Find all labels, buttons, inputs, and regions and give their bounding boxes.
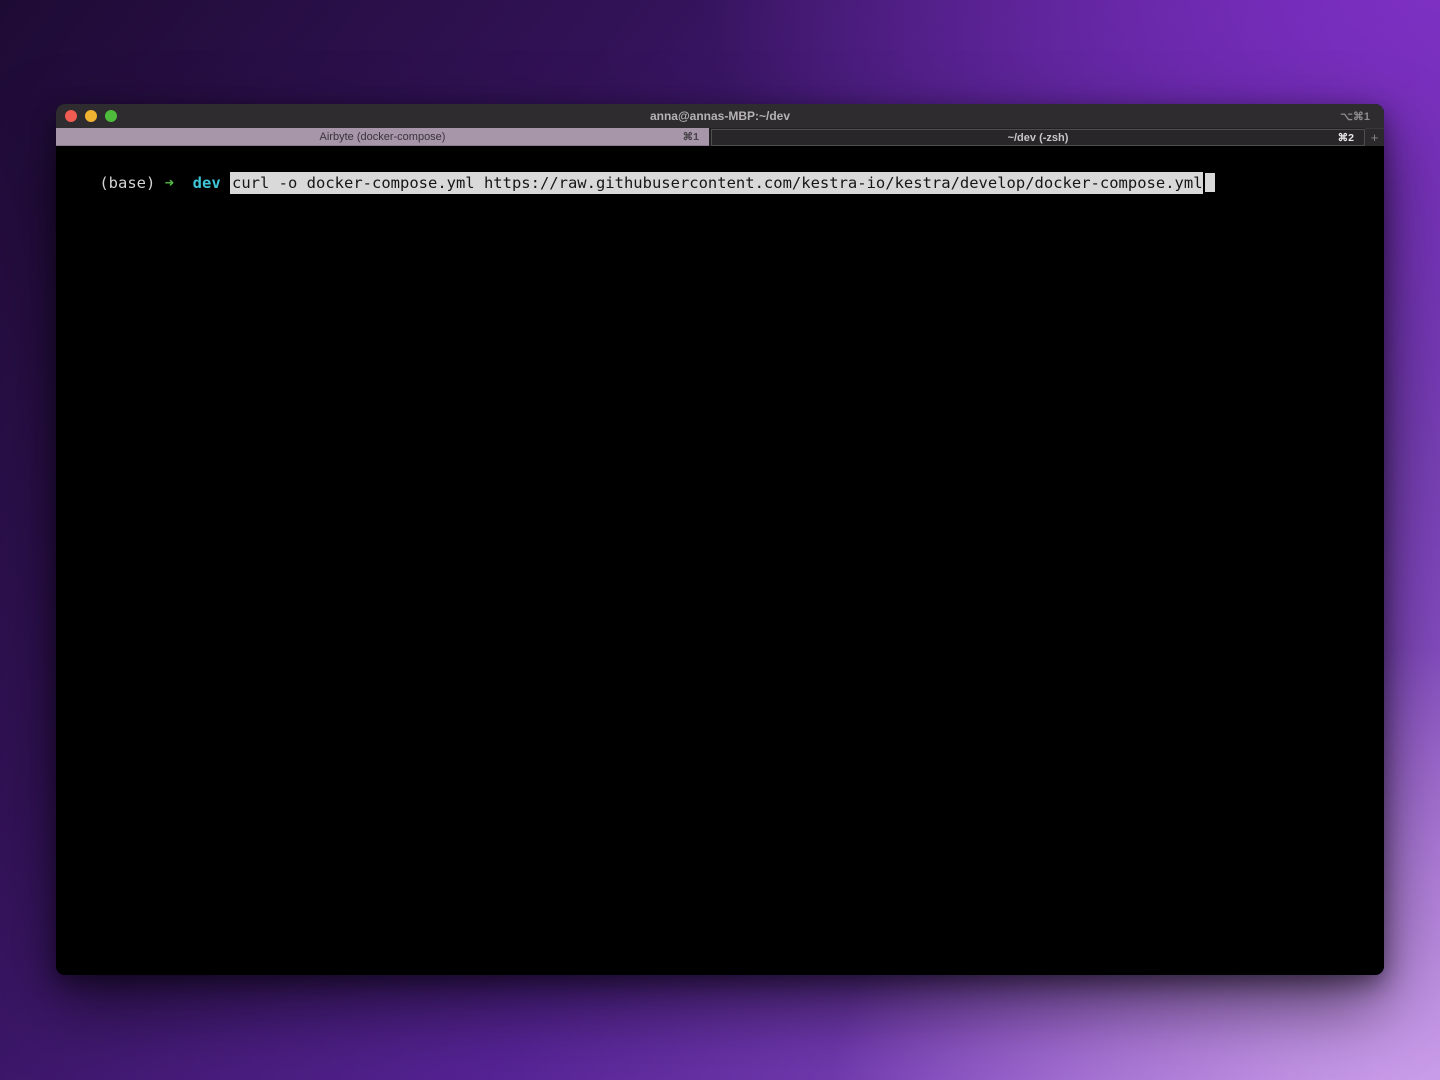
prompt-spacer: [174, 174, 193, 192]
tab-label: ~/dev (-zsh): [712, 132, 1364, 144]
traffic-lights: [56, 110, 117, 122]
selected-command-text: curl -o docker-compose.yml https://raw.g…: [230, 172, 1203, 194]
terminal-cursor: [1205, 173, 1215, 192]
new-tab-button[interactable]: +: [1365, 128, 1384, 146]
prompt-arrow: ➜: [165, 174, 174, 192]
prompt-gap: [221, 174, 230, 192]
tab-airbyte-docker-compose[interactable]: Airbyte (docker-compose) ⌘1: [56, 128, 709, 146]
titlebar[interactable]: anna@annas-MBP:~/dev ⌥⌘1: [56, 104, 1384, 128]
tab-shortcut-label: ⌘2: [1338, 132, 1354, 144]
close-button[interactable]: [65, 110, 77, 122]
tab-dev-zsh[interactable]: ~/dev (-zsh) ⌘2: [711, 129, 1365, 146]
tab-bar: Airbyte (docker-compose) ⌘1 ~/dev (-zsh)…: [56, 128, 1384, 146]
minimize-button[interactable]: [85, 110, 97, 122]
window-shortcut-label: ⌥⌘1: [1340, 110, 1370, 123]
window-title: anna@annas-MBP:~/dev: [56, 109, 1384, 123]
prompt-directory: dev: [193, 174, 221, 192]
tab-label: Airbyte (docker-compose): [56, 131, 709, 143]
zoom-button[interactable]: [105, 110, 117, 122]
prompt-conda-env: (base): [99, 174, 164, 192]
tab-shortcut-label: ⌘1: [683, 131, 699, 143]
terminal-screen[interactable]: (base) ➜ dev curl -o docker-compose.yml …: [56, 146, 1384, 975]
terminal-window: anna@annas-MBP:~/dev ⌥⌘1 Airbyte (docker…: [56, 104, 1384, 975]
